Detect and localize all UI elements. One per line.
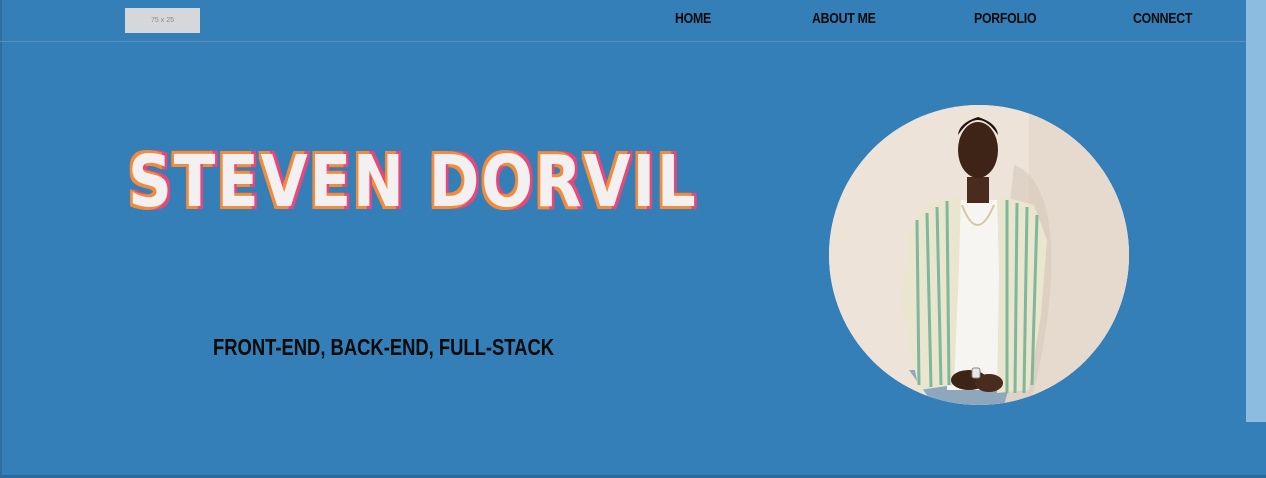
portrait-illustration (829, 105, 1129, 405)
nav-connect-link[interactable]: CONNECT (1133, 10, 1192, 27)
logo-placeholder[interactable]: 75 x 25 (125, 8, 200, 33)
left-edge-divider (0, 0, 2, 478)
scrollbar[interactable] (1246, 0, 1266, 422)
nav-home-link[interactable]: HOME (675, 10, 711, 27)
page: 75 x 25 HOME ABOUT ME PORFOLIO CONNECT S… (0, 0, 1266, 478)
site-header: 75 x 25 HOME ABOUT ME PORFOLIO CONNECT (0, 0, 1246, 42)
nav-portfolio-link[interactable]: PORFOLIO (974, 10, 1037, 27)
nav-about-link[interactable]: ABOUT ME (812, 10, 876, 27)
hero-subtitle: FRONT-END, BACK-END, FULL-STACK (213, 334, 555, 360)
portrait-image (829, 105, 1129, 405)
hero-name-title: STEVEN DORVIL (128, 140, 698, 223)
